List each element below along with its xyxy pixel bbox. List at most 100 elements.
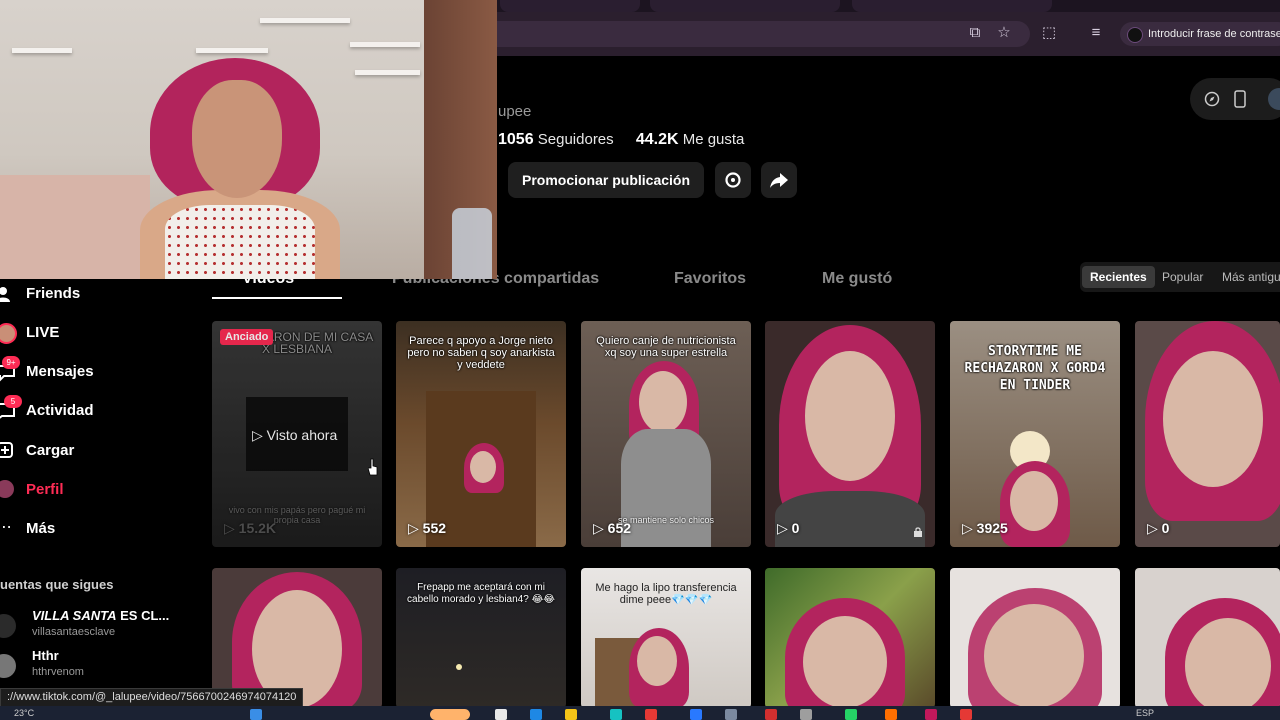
view-count: ▷ 0 bbox=[1147, 520, 1170, 536]
following-account[interactable]: VILLA SANTA ES CL... villasantaesclave bbox=[0, 608, 190, 646]
followers-count: 1056 bbox=[498, 131, 534, 148]
keyboard-language[interactable]: ESP bbox=[1136, 708, 1154, 718]
person-face bbox=[1163, 351, 1263, 487]
sidebar-item-friends[interactable]: Friends bbox=[0, 280, 190, 308]
search-taskbar[interactable] bbox=[430, 709, 470, 720]
address-bar[interactable] bbox=[470, 21, 1030, 47]
hand-cursor-icon bbox=[368, 458, 378, 476]
person-body bbox=[621, 429, 711, 547]
phone-icon[interactable] bbox=[1234, 90, 1246, 108]
following-account[interactable]: Hthr hthrvenom bbox=[0, 648, 190, 686]
sort-oldest[interactable]: Más antigu bbox=[1214, 266, 1280, 288]
taskbar-app-icon[interactable] bbox=[800, 709, 812, 720]
taskbar-app-icon[interactable] bbox=[925, 709, 937, 720]
browser-tab[interactable] bbox=[500, 0, 640, 12]
profile-handle: upee bbox=[498, 103, 532, 120]
activity-badge: 5 bbox=[4, 395, 22, 408]
video-card[interactable]: ▷ 0 bbox=[1135, 321, 1280, 547]
video-card[interactable] bbox=[212, 568, 382, 708]
compass-icon[interactable] bbox=[1204, 91, 1220, 107]
taskbar-app-icon[interactable] bbox=[645, 709, 657, 720]
wall-shelf bbox=[350, 42, 420, 47]
video-caption: Frepapp me aceptará con mi cabello morad… bbox=[407, 582, 555, 605]
taskbar-app-icon[interactable] bbox=[610, 709, 622, 720]
live-icon bbox=[0, 323, 17, 344]
video-card[interactable]: Frepapp me aceptará con mi cabello morad… bbox=[396, 568, 566, 708]
sort-recent[interactable]: Recientes bbox=[1082, 266, 1155, 288]
profile-stats: 1056 Seguidores 44.2K Me gusta bbox=[498, 131, 744, 149]
video-card[interactable]: Quiero canje de nutricionista xq soy una… bbox=[581, 321, 751, 547]
person-face bbox=[1185, 618, 1271, 708]
sidebar-item-messages[interactable]: 9+ Mensajes bbox=[0, 356, 190, 386]
extensions-icon[interactable]: ⬚ bbox=[1040, 24, 1058, 42]
water-bottle bbox=[452, 208, 492, 279]
messages-badge: 9+ bbox=[2, 356, 20, 369]
video-card[interactable]: ME BOTARON DE MI CASA X LESBIANA Anciado… bbox=[212, 321, 382, 547]
followers-label[interactable]: Seguidores bbox=[538, 131, 614, 148]
media-icon[interactable]: ≡ bbox=[1087, 24, 1105, 42]
person-face bbox=[639, 371, 687, 433]
promote-post-button[interactable]: Promocionar publicación bbox=[508, 162, 704, 198]
view-count: ▷ 3925 bbox=[962, 520, 1008, 536]
watched-label: ▷ Visto ahora bbox=[252, 427, 338, 443]
taskbar-app-icon[interactable] bbox=[565, 709, 577, 720]
wall-shelf bbox=[196, 48, 268, 53]
user-avatar[interactable] bbox=[1268, 88, 1280, 110]
password-icon bbox=[1127, 27, 1143, 43]
sidebar-item-label: Cargar bbox=[26, 442, 75, 459]
video-card[interactable]: Me hago la lipo transferencia dime peee💎… bbox=[581, 568, 751, 708]
sidebar-item-label: Friends bbox=[26, 285, 81, 302]
following-username: hthrvenom bbox=[32, 666, 84, 678]
friends-icon bbox=[0, 287, 10, 302]
sidebar-item-label: Más bbox=[26, 520, 56, 537]
avatar bbox=[0, 654, 16, 678]
password-prompt-chip[interactable]: Introducir frase de contrase bbox=[1120, 22, 1280, 46]
link-status-bar: ://www.tiktok.com/@_lalupee/video/756670… bbox=[0, 688, 304, 707]
street-light bbox=[456, 664, 462, 670]
taskbar-app-icon[interactable] bbox=[845, 709, 857, 720]
watched-overlay: ▷ Visto ahora bbox=[246, 397, 348, 471]
taskbar-app-icon[interactable] bbox=[960, 709, 972, 720]
video-card[interactable]: STORYTIME ME RECHAZARON X GORD4 EN TINDE… bbox=[950, 321, 1120, 547]
taskbar-app-icon[interactable] bbox=[690, 709, 702, 720]
person-face bbox=[984, 604, 1084, 708]
sidebar-item-live[interactable]: LIVE bbox=[0, 319, 190, 347]
video-card[interactable] bbox=[765, 568, 935, 708]
sidebar-item-label: Mensajes bbox=[26, 363, 94, 380]
sidebar-item-more[interactable]: ⋯ Más bbox=[0, 515, 190, 543]
video-card[interactable] bbox=[1135, 568, 1280, 708]
tab-liked[interactable]: Me gustó bbox=[822, 270, 892, 288]
sidebar-item-upload[interactable]: Cargar bbox=[0, 437, 190, 465]
start-icon[interactable] bbox=[250, 709, 262, 720]
video-card[interactable]: Parece q apoyo a Jorge nieto pero no sab… bbox=[396, 321, 566, 547]
tab-favorites[interactable]: Favoritos bbox=[674, 270, 746, 288]
following-display-name: Hthr bbox=[32, 648, 59, 663]
share-profile-button[interactable] bbox=[761, 162, 797, 198]
person-face bbox=[803, 616, 887, 708]
taskbar-app-icon[interactable] bbox=[765, 709, 777, 720]
following-section-title: uentas que sigues bbox=[0, 577, 114, 592]
settings-button[interactable] bbox=[715, 162, 751, 198]
avatar bbox=[0, 614, 16, 638]
taskbar-app-icon[interactable] bbox=[725, 709, 737, 720]
webcam-overlay bbox=[0, 0, 497, 279]
likes-count: 44.2K bbox=[635, 131, 679, 148]
star-icon[interactable]: ☆ bbox=[995, 24, 1013, 42]
sidebar-item-profile[interactable]: Perfil bbox=[0, 476, 190, 504]
taskbar-app-icon[interactable] bbox=[885, 709, 897, 720]
sort-popular[interactable]: Popular bbox=[1154, 266, 1211, 288]
likes-label: Me gusta bbox=[682, 131, 745, 148]
sidebar-item-label: LIVE bbox=[26, 324, 60, 341]
taskbar-app-icon[interactable] bbox=[495, 709, 507, 720]
browser-tab[interactable] bbox=[852, 0, 1052, 12]
install-icon[interactable]: ⧉ bbox=[966, 24, 984, 42]
upload-icon bbox=[0, 442, 13, 458]
taskbar-app-icon[interactable] bbox=[530, 709, 542, 720]
video-card[interactable]: ▷ 0 bbox=[765, 321, 935, 547]
weather-temp[interactable]: 23°C bbox=[14, 708, 34, 718]
sidebar-item-label: Perfil bbox=[26, 481, 64, 498]
video-card[interactable] bbox=[950, 568, 1120, 708]
sidebar-item-activity[interactable]: 5 Actividad bbox=[0, 395, 190, 425]
browser-tab[interactable] bbox=[650, 0, 840, 12]
video-caption: Me hago la lipo transferencia dime peee💎… bbox=[595, 582, 737, 606]
